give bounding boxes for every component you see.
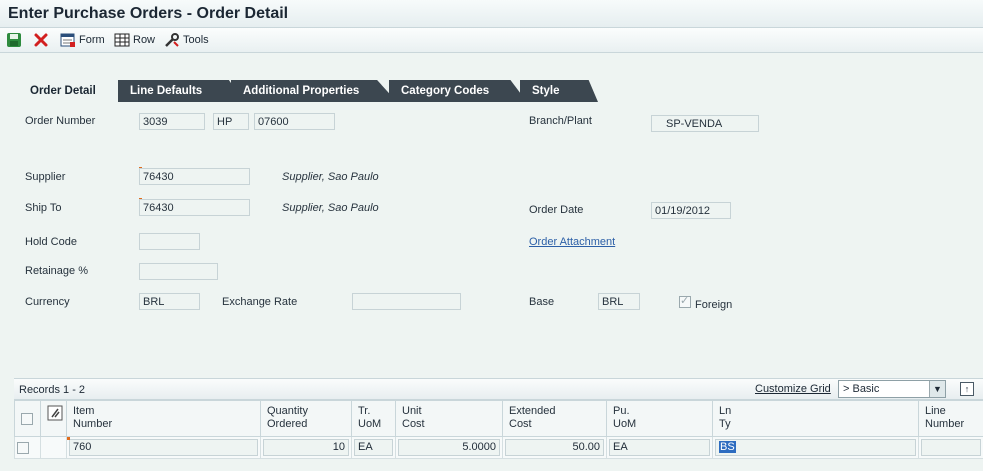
- base-label: Base: [529, 296, 555, 308]
- form-menu-button[interactable]: Form: [60, 31, 105, 49]
- grid-icon: [114, 32, 130, 48]
- supplier-name: Supplier, Sao Paulo: [282, 171, 379, 183]
- col-extended-cost[interactable]: Extended Cost: [502, 400, 607, 437]
- export-icon[interactable]: ↑: [960, 382, 974, 396]
- exchange-rate-field[interactable]: [352, 293, 461, 310]
- cancel-button[interactable]: [33, 31, 49, 49]
- order-number-label: Order Number: [25, 115, 96, 127]
- order-type-field[interactable]: HP: [213, 113, 249, 130]
- select-all-column: [14, 400, 41, 437]
- attachment-column: [40, 400, 67, 437]
- col-ln-ty[interactable]: Ln Ty: [712, 400, 919, 437]
- order-attachment-link[interactable]: Order Attachment: [529, 236, 615, 248]
- title-bar: Enter Purchase Orders - Order Detail: [0, 0, 983, 28]
- exchange-rate-label: Exchange Rate: [222, 296, 298, 308]
- tools-icon: [164, 32, 180, 48]
- ship-to-name: Supplier, Sao Paulo: [282, 202, 379, 214]
- ship-to-label: Ship To: [25, 202, 62, 214]
- attachment-icon[interactable]: [47, 405, 63, 424]
- ln-ty-cell[interactable]: BS: [715, 439, 916, 456]
- pu-uom-cell[interactable]: EA: [609, 439, 710, 456]
- col-unit-cost[interactable]: Unit Cost: [395, 400, 503, 437]
- table-row[interactable]: 760 10 EA 5.0000 50.00 EA BS: [14, 436, 983, 459]
- required-marker: [67, 437, 70, 440]
- tools-menu-label: Tools: [183, 34, 209, 46]
- order-company-field[interactable]: 07600: [254, 113, 335, 130]
- order-lines-grid: Item Number Quantity Ordered Tr. UoM Unit Co…: [14, 400, 983, 459]
- currency-label: Currency: [25, 296, 70, 308]
- grid-view-value: > Basic: [843, 383, 880, 395]
- close-icon: [33, 32, 49, 48]
- toolbar: Form Row Tools: [0, 28, 983, 53]
- col-item-number[interactable]: Item Number: [66, 400, 261, 437]
- branch-plant-field[interactable]: SP-VENDA: [651, 115, 759, 132]
- grid-header-bar: Records 1 - 2 Customize Grid > Basic ▼ ↑: [14, 378, 983, 400]
- unit-cost-cell[interactable]: 5.0000: [398, 439, 500, 456]
- tab-category-codes[interactable]: Category Codes: [389, 80, 527, 102]
- currency-field[interactable]: BRL: [139, 293, 200, 310]
- grid-view-select[interactable]: > Basic ▼: [838, 380, 946, 398]
- supplier-field[interactable]: 76430: [139, 168, 250, 185]
- grid-header-row: Item Number Quantity Ordered Tr. UoM Unit Co…: [14, 400, 983, 437]
- row-menu-button[interactable]: Row: [114, 31, 155, 49]
- foreign-label: Foreign: [695, 299, 733, 311]
- order-date-label: Order Date: [529, 204, 584, 216]
- hold-code-field[interactable]: [139, 233, 200, 250]
- tab-additional-properties[interactable]: Additional Properties: [231, 80, 397, 102]
- tab-order-detail[interactable]: Order Detail: [18, 80, 118, 102]
- order-number-field[interactable]: 3039: [139, 113, 205, 130]
- tab-style[interactable]: Style: [520, 80, 598, 102]
- tools-menu-button[interactable]: Tools: [164, 31, 209, 49]
- branch-plant-label: Branch/Plant: [529, 115, 592, 127]
- extended-cost-cell[interactable]: 50.00: [505, 439, 604, 456]
- item-number-cell[interactable]: 760: [69, 439, 258, 456]
- hold-code-label: Hold Code: [25, 236, 77, 248]
- supplier-label: Supplier: [25, 171, 66, 183]
- customize-grid-link[interactable]: Customize Grid: [755, 383, 831, 395]
- row-menu-label: Row: [133, 34, 156, 46]
- save-button[interactable]: [6, 31, 22, 49]
- col-quantity-ordered[interactable]: Quantity Ordered: [260, 400, 352, 437]
- window-title: Enter Purchase Orders - Order Detail: [8, 5, 289, 22]
- select-all-checkbox[interactable]: [21, 413, 33, 425]
- order-date-field[interactable]: 01/19/2012: [651, 202, 731, 219]
- ship-to-field[interactable]: 76430: [139, 199, 250, 216]
- line-number-cell[interactable]: [921, 439, 981, 456]
- col-tr-uom[interactable]: Tr. UoM: [351, 400, 396, 437]
- tr-uom-cell[interactable]: EA: [354, 439, 393, 456]
- col-pu-uom[interactable]: Pu. UoM: [606, 400, 713, 437]
- records-count: Records 1 - 2: [19, 384, 86, 396]
- form-icon: [60, 32, 76, 48]
- retainage-label: Retainage %: [25, 265, 88, 277]
- foreign-checkbox[interactable]: [679, 294, 691, 308]
- retainage-field[interactable]: [139, 263, 218, 280]
- base-currency-field[interactable]: BRL: [598, 293, 640, 310]
- chevron-down-icon: ▼: [929, 381, 945, 397]
- save-icon: [6, 32, 22, 48]
- col-line-number[interactable]: Line Number: [918, 400, 983, 437]
- form-menu-label: Form: [79, 34, 105, 46]
- tab-line-defaults[interactable]: Line Defaults: [118, 80, 244, 102]
- quantity-cell[interactable]: 10: [263, 439, 349, 456]
- ln-ty-value: BS: [719, 441, 736, 453]
- row-select-checkbox[interactable]: [17, 441, 29, 454]
